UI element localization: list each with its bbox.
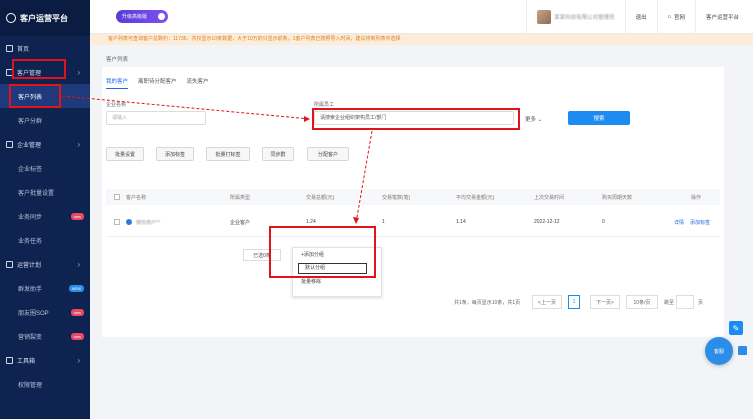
annotation-arrows — [61, 95, 373, 224]
pencil-icon: ✎ — [732, 323, 740, 333]
chat-float-button[interactable]: 客服 — [705, 337, 733, 365]
side-float-button[interactable] — [738, 346, 747, 355]
edit-float-button[interactable]: ✎ — [729, 321, 743, 335]
